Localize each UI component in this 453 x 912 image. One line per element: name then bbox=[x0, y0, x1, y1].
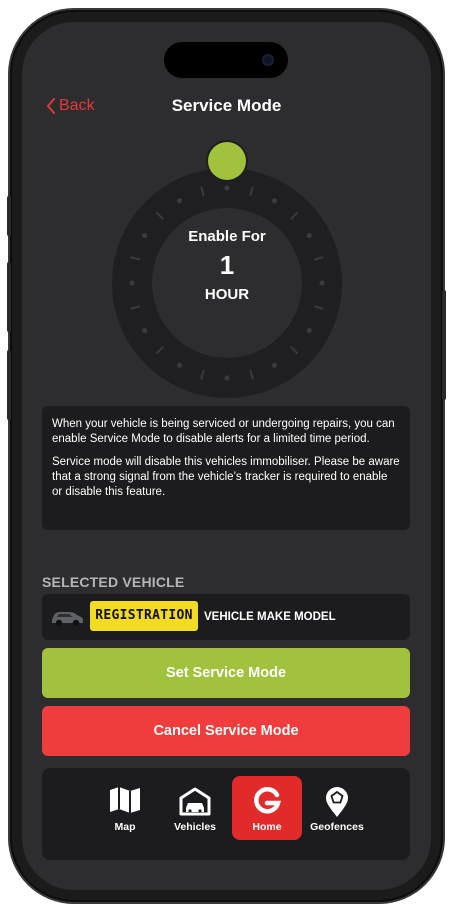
volume-down-button bbox=[7, 350, 11, 420]
dial-tick bbox=[200, 186, 205, 197]
dial-tick bbox=[249, 369, 254, 380]
front-camera bbox=[262, 54, 274, 66]
info-paragraph-2: Service mode will disable this vehicles … bbox=[52, 456, 400, 498]
dial-tick bbox=[200, 369, 205, 380]
dial-tick bbox=[313, 305, 324, 310]
tab-vehicles-label: Vehicles bbox=[173, 821, 217, 833]
dial-tick bbox=[249, 186, 254, 197]
selected-vehicle-card[interactable]: REGISTRATION VEHICLE MAKE MODEL bbox=[42, 594, 410, 640]
tab-map[interactable]: Map bbox=[90, 776, 160, 840]
dial-tick bbox=[155, 346, 164, 355]
dial-tick bbox=[271, 198, 278, 204]
nav-header: Back Service Mode bbox=[22, 94, 431, 118]
volume-up-button bbox=[7, 262, 11, 332]
registration-plate: REGISTRATION bbox=[90, 601, 198, 631]
page-title: Service Mode bbox=[171, 96, 282, 115]
duration-dial[interactable] bbox=[112, 168, 342, 398]
car-thumbnail-icon bbox=[52, 612, 83, 627]
dial-tick bbox=[224, 185, 230, 191]
garage-car-icon bbox=[179, 787, 211, 816]
dial-tick bbox=[155, 211, 164, 220]
geofence-pin-icon bbox=[326, 787, 348, 817]
brand-g-icon bbox=[254, 787, 281, 814]
dial-tick bbox=[271, 362, 278, 368]
dial-tick bbox=[290, 211, 299, 220]
tab-vehicles[interactable]: Vehicles bbox=[160, 776, 230, 840]
dial-tick bbox=[224, 375, 230, 381]
vehicle-make-model: VEHICLE MAKE MODEL bbox=[204, 611, 336, 623]
action-button bbox=[7, 196, 11, 236]
dial-tick bbox=[129, 280, 135, 286]
cancel-service-mode-button[interactable]: Cancel Service Mode bbox=[42, 706, 410, 756]
tab-home-label: Home bbox=[252, 821, 282, 833]
dial-tick bbox=[319, 280, 325, 286]
dial-value: 1 bbox=[219, 250, 235, 280]
dial-caption: Enable For bbox=[188, 228, 266, 245]
selected-vehicle-label: SELECTED VEHICLE bbox=[42, 574, 185, 590]
set-service-mode-button[interactable]: Set Service Mode bbox=[42, 648, 410, 698]
dial-tick bbox=[306, 327, 312, 334]
dial-handle[interactable] bbox=[208, 142, 246, 180]
tab-geofences[interactable]: Geofences bbox=[302, 776, 372, 840]
dial-tick bbox=[290, 346, 299, 355]
tab-map-label: Map bbox=[114, 821, 136, 833]
dial-tick bbox=[176, 198, 183, 204]
info-paragraph-1: When your vehicle is being serviced or u… bbox=[52, 418, 395, 445]
dial-tick bbox=[142, 327, 148, 334]
tab-bar: Map Vehicles Home Geofences bbox=[42, 768, 410, 860]
dial-tick bbox=[130, 305, 141, 310]
app-screen: Back Service Mode Enable For 1 HOUR When… bbox=[22, 22, 431, 890]
power-button bbox=[442, 290, 446, 400]
info-card: When your vehicle is being serviced or u… bbox=[42, 406, 410, 530]
tab-home[interactable]: Home bbox=[232, 776, 302, 840]
dial-tick bbox=[176, 362, 183, 368]
tab-geofences-label: Geofences bbox=[310, 821, 364, 833]
map-icon bbox=[110, 787, 140, 813]
dynamic-island bbox=[164, 42, 288, 78]
dial-unit: HOUR bbox=[204, 286, 250, 303]
